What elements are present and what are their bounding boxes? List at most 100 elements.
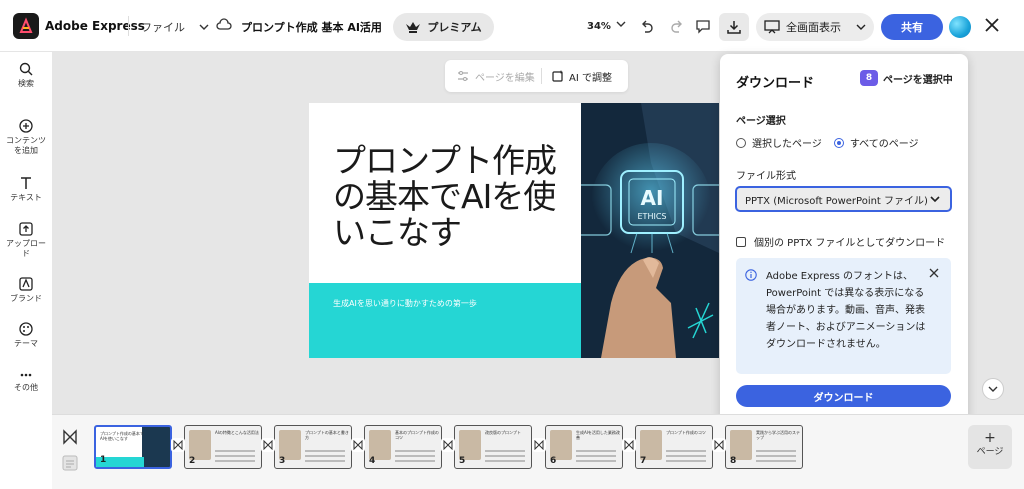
avatar[interactable] [949, 16, 971, 38]
fullscreen-button[interactable]: 全画面表示 [756, 13, 874, 41]
separate-files-option[interactable]: 個別の PPTX ファイルとしてダウンロード [736, 234, 945, 249]
slide-subtitle[interactable]: 生成AIを思い通りに動かすための第一歩 [333, 298, 477, 309]
chevron-down-icon [930, 196, 940, 203]
page-number: 3 [279, 456, 286, 466]
crown-icon [406, 22, 421, 33]
sidebar-item-search[interactable]: 検索 [0, 62, 52, 89]
sidebar-item-more[interactable]: その他 [0, 370, 52, 393]
sidebar-item-label: アップロード [6, 239, 46, 258]
sidebar-item-upload[interactable]: アップロード [0, 222, 52, 259]
thumbnail-text-line [395, 460, 435, 462]
page-thumbnail[interactable]: 改良版のプロンプト 5 [454, 425, 532, 469]
sidebar-item-label: テーマ [14, 339, 38, 348]
font-info-notice: Adobe Express のフォントは、PowerPoint では異なる表示に… [736, 258, 951, 374]
ai-ethics-image: AI ETHICS [581, 103, 719, 358]
adobe-express-logo[interactable] [13, 13, 39, 39]
thumbnail-title: プロンプトの基本と書き方 [305, 430, 349, 440]
premium-button[interactable]: プレミアム [393, 13, 494, 41]
download-button[interactable] [719, 13, 749, 41]
thumbnail-text-line [305, 450, 345, 452]
file-format-select[interactable]: PPTX (Microsoft PowerPoint ファイル) [735, 186, 952, 212]
slide-canvas[interactable]: プロンプト作成の基本でAIを使いこなす 生成AIを思い通りに動かすための第一歩 … [309, 103, 719, 358]
add-page-button[interactable]: + ページ [968, 425, 1012, 469]
add-page-label: ページ [976, 447, 1004, 457]
comment-icon[interactable] [695, 18, 711, 34]
transition-icon[interactable] [351, 438, 365, 452]
chevron-down-icon [856, 24, 866, 30]
sidebar-item-brand[interactable]: ブランド [0, 277, 52, 304]
thumbnail-text-line [485, 450, 525, 452]
close-icon[interactable] [929, 268, 939, 278]
radio-selected-label[interactable]: 選択したページ [752, 135, 822, 150]
page-thumbnail[interactable]: プロンプト作成の基本でAIを使いこなす 1 [94, 425, 172, 469]
slide-photo[interactable]: AI ETHICS [581, 103, 719, 358]
sidebar-item-label: 検索 [18, 79, 34, 88]
document-title[interactable]: プロンプト作成 基本 AI活用 [241, 19, 382, 35]
transition-icon[interactable] [622, 438, 636, 452]
chevron-down-icon [199, 24, 209, 30]
edit-page-button[interactable]: ページを編集 [445, 69, 541, 84]
transition-icon[interactable] [532, 438, 546, 452]
thumbnail-title: 生成AIを活用した業務改善 [576, 430, 620, 440]
thumbnail-text-line [756, 455, 796, 457]
zoom-level[interactable]: 34% [587, 21, 611, 32]
download-action-button[interactable]: ダウンロード [736, 385, 951, 407]
selected-page-count: 8 ページを選択中 [860, 70, 953, 86]
page-thumbnail[interactable]: プロンプト作成のコツ 7 [635, 425, 713, 469]
slide-accent-band [309, 283, 581, 358]
sidebar-item-add-content[interactable]: コンテンツ を追加 [0, 119, 52, 156]
transition-icon[interactable] [712, 438, 726, 452]
thumbnail-text-line [576, 460, 616, 462]
radio-all-pages[interactable] [833, 137, 844, 148]
collapse-button[interactable] [982, 378, 1004, 400]
redo-icon[interactable] [668, 18, 684, 34]
undo-icon[interactable] [640, 18, 656, 34]
notes-icon[interactable] [60, 453, 80, 473]
page-thumbnail[interactable]: プロンプトの基本と書き方 3 [274, 425, 352, 469]
sidebar-item-text[interactable]: テキスト [0, 176, 52, 203]
sliders-icon [458, 71, 468, 81]
ai-sparkle-icon [552, 70, 563, 82]
thumbnail-text-line [395, 450, 435, 452]
transition-icon[interactable] [171, 438, 185, 452]
thumbnail-title: 実践から学ぶ活用のステップ [756, 430, 800, 440]
page-number: 4 [369, 456, 376, 466]
page-number: 8 [730, 456, 737, 466]
app-name: Adobe Express [45, 19, 145, 33]
ai-adjust-button[interactable]: AI で調整 [542, 69, 612, 84]
slide-title[interactable]: プロンプト作成の基本でAIを使いこなす [333, 143, 563, 251]
thumbnail-text-line [576, 455, 616, 457]
share-button[interactable]: 共有 [881, 14, 943, 40]
radio-all-label[interactable]: すべてのページ [850, 135, 919, 150]
thumbnail-title: プロンプト作成の基本でAIを使いこなす [100, 431, 144, 441]
thumbnail-text-line [305, 460, 345, 462]
text-icon [21, 177, 31, 189]
page-number: 6 [550, 456, 557, 466]
page-thumbnail[interactable]: 基本のプロンプト作成のコツ 4 [364, 425, 442, 469]
thumbnail-text-line [305, 455, 345, 457]
chevron-down-icon [988, 386, 998, 392]
transition-icon[interactable] [441, 438, 455, 452]
file-menu-label: ファイル [141, 21, 185, 34]
page-thumbnail[interactable]: AIの特徴とこんな活用法 2 [184, 425, 262, 469]
page-count-label: ページを選択中 [883, 74, 953, 86]
sidebar-item-theme[interactable]: テーマ [0, 322, 52, 349]
separate-files-checkbox[interactable] [736, 236, 746, 247]
page-thumbnail[interactable]: 実践から学ぶ活用のステップ 8 [725, 425, 803, 469]
page-number: 2 [189, 456, 196, 466]
thumbnail-text-line [395, 455, 435, 457]
page-thumbnail[interactable]: 生成AIを活用した業務改善 6 [545, 425, 623, 469]
page-select-label: ページ選択 [736, 116, 786, 127]
sidebar-item-label: コンテンツ を追加 [6, 136, 46, 155]
transition-icon[interactable] [261, 438, 275, 452]
radio-selected-pages[interactable] [736, 137, 746, 148]
page-number: 5 [459, 456, 466, 466]
file-menu[interactable]: ファイル [141, 19, 209, 35]
close-icon[interactable] [983, 16, 1001, 34]
page-number: 7 [640, 456, 647, 466]
premium-label: プレミアム [427, 21, 482, 34]
transition-icon[interactable] [60, 427, 80, 447]
chevron-down-icon[interactable] [616, 19, 626, 29]
thumbnail-title: プロンプト作成のコツ [666, 430, 706, 435]
separate-files-label: 個別の PPTX ファイルとしてダウンロード [754, 238, 946, 249]
